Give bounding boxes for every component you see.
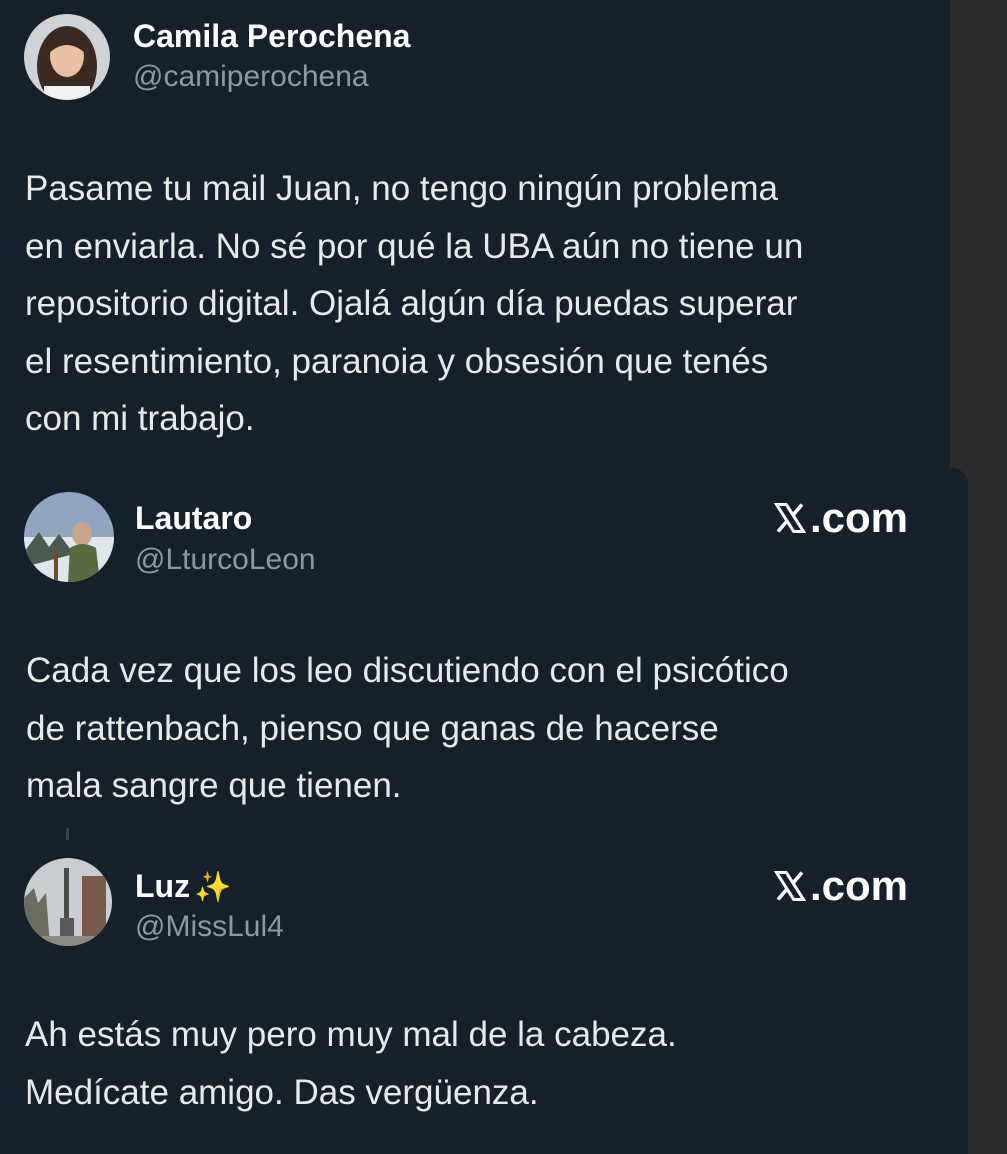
user-handle[interactable]: @MissLul4	[135, 910, 284, 944]
x-source-label[interactable]: .com	[772, 862, 908, 910]
tweet-card-lautaro[interactable]: Lautaro @LturcoLeon .com Cada vez que lo…	[0, 468, 968, 840]
avatar[interactable]	[24, 858, 112, 946]
tweet-text: Ah estás muy pero muy mal de la cabeza. …	[25, 1015, 677, 1112]
tweet-text: Pasame tu mail Juan, no tengo ningún pro…	[25, 169, 804, 438]
source-text: .com	[810, 494, 909, 541]
avatar[interactable]	[24, 14, 110, 100]
sparkles-icon: ✨	[194, 871, 232, 904]
tweet-text: Cada vez que los leo discutiendo con el …	[26, 651, 789, 805]
display-name[interactable]: Camila Perochena	[133, 18, 410, 55]
source-text: .com	[810, 862, 909, 909]
display-name[interactable]: Luz ✨	[135, 868, 231, 905]
x-logo-icon	[773, 871, 807, 901]
x-source-label[interactable]: .com	[772, 494, 908, 542]
tweet-card-luz[interactable]: Luz ✨ @MissLul4 .com Ah estás muy pero mu…	[0, 840, 968, 1154]
display-name-text: Luz	[135, 868, 191, 904]
x-logo-icon	[773, 503, 807, 533]
user-handle[interactable]: @camiperochena	[133, 60, 369, 94]
display-name[interactable]: Lautaro	[135, 500, 252, 537]
avatar[interactable]	[24, 492, 114, 582]
user-handle[interactable]: @LturcoLeon	[135, 543, 316, 577]
tweet-card-camila[interactable]: Camila Perochena @camiperochena Pasame t…	[0, 0, 950, 468]
